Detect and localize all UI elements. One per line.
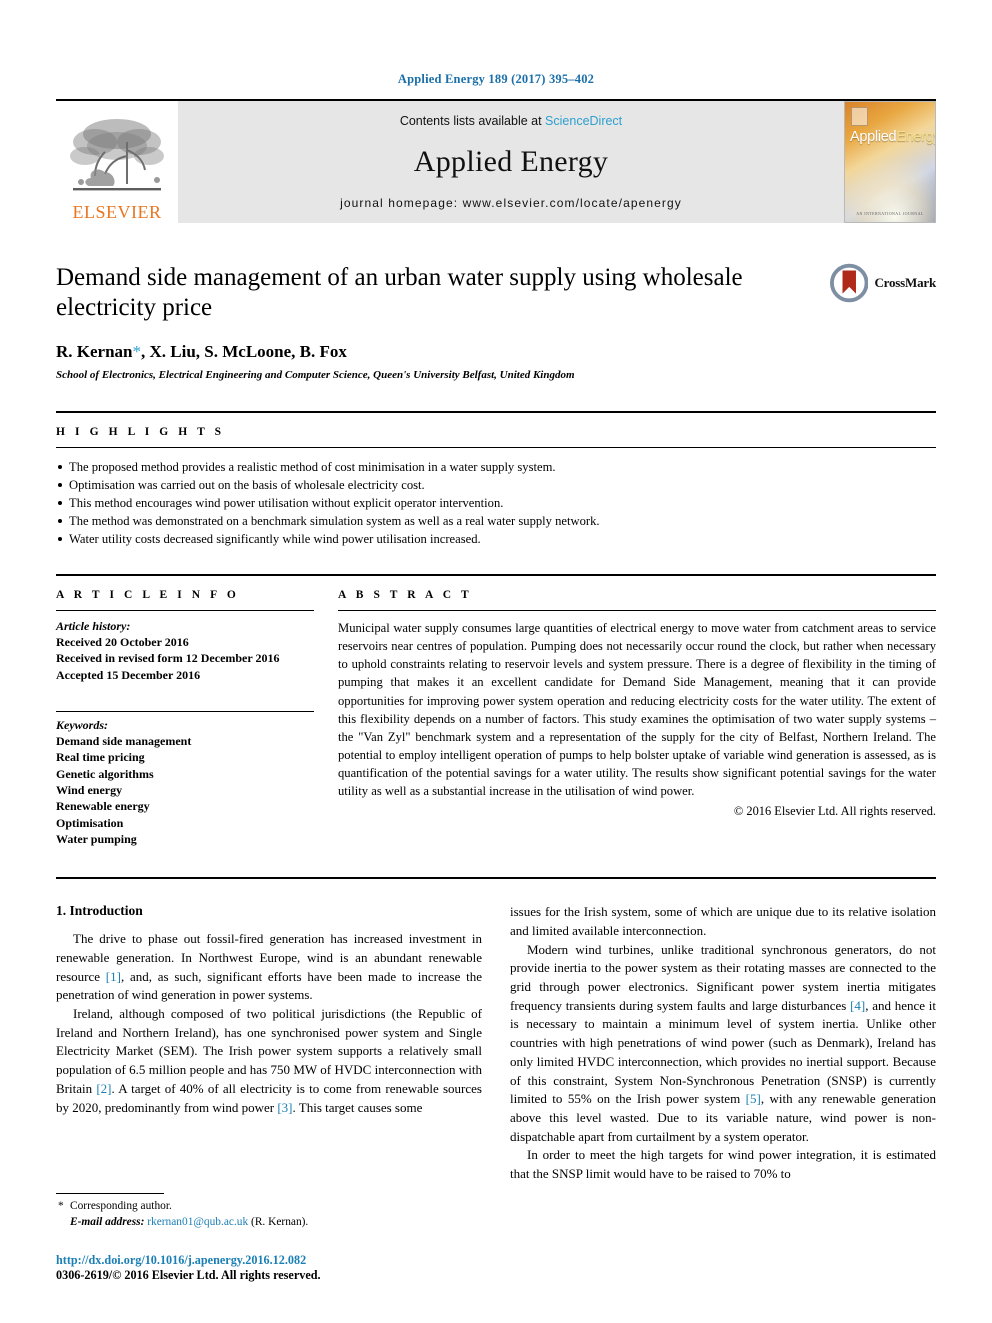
author-list: R. Kernan*, X. Liu, S. McLoone, B. Fox — [56, 342, 936, 362]
article-history-heading: Article history: — [56, 619, 131, 633]
abstract-label: A B S T R A C T — [338, 589, 473, 601]
article-info-column: A R T I C L E I N F O Article history: R… — [56, 589, 314, 847]
citation-ref-4[interactable]: [4] — [850, 998, 865, 1013]
contents-available-line: Contents lists available at ScienceDirec… — [400, 114, 622, 128]
list-item: This method encourages wind power utilis… — [56, 494, 936, 512]
author-first: R. Kernan — [56, 342, 133, 361]
doi-block: http://dx.doi.org/10.1016/j.apenergy.201… — [56, 1253, 476, 1283]
article-history-revised: Received in revised form 12 December 201… — [56, 651, 280, 666]
title-block: Demand side management of an urban water… — [56, 263, 936, 381]
citation-ref-2[interactable]: [2] — [96, 1081, 111, 1096]
keyword-item: Optimisation — [56, 815, 124, 830]
corresponding-author-marker[interactable]: * — [133, 342, 142, 361]
footnote-star-icon: * — [58, 1200, 64, 1213]
highlights-label: H I G H L I G H T S — [56, 426, 225, 438]
affiliation: School of Electronics, Electrical Engine… — [56, 369, 575, 381]
list-item: The method was demonstrated on a benchma… — [56, 512, 936, 530]
citation-ref-3[interactable]: [3] — [277, 1100, 292, 1115]
article-info-rule — [56, 610, 314, 611]
keyword-item: Water pumping — [56, 831, 137, 846]
doi-link[interactable]: http://dx.doi.org/10.1016/j.apenergy.201… — [56, 1253, 476, 1268]
intro-paragraph-5: In order to meet the high targets for wi… — [510, 1147, 936, 1182]
keywords-heading: Keywords: — [56, 717, 108, 732]
article-info-label: A R T I C L E I N F O — [56, 589, 240, 601]
elsevier-logo: ELSEVIER — [56, 101, 178, 223]
elsevier-tree-icon — [70, 119, 164, 191]
journal-title: Applied Energy — [413, 145, 609, 178]
keywords-rule — [56, 710, 314, 712]
elsevier-wordmark: ELSEVIER — [72, 202, 162, 222]
crossmark-label: CrossMark — [874, 275, 936, 290]
paper-page: Applied Energy 189 (2017) 395–402 ELSEVI… — [0, 0, 992, 1323]
footnote-rule — [56, 1193, 164, 1195]
article-history-received: Received 20 October 2016 — [56, 635, 189, 649]
abstract-column: A B S T R A C T Municipal water supply c… — [338, 589, 936, 847]
list-item: Water utility costs decreased significan… — [56, 530, 936, 548]
page-footer: * Corresponding author. E-mail address: r… — [56, 1193, 476, 1283]
intro-paragraph-4: Modern wind turbines, unlike traditional… — [510, 941, 936, 1147]
email-note: E-mail address: rkernan01@qub.ac.uk (R. … — [56, 1215, 476, 1231]
email-owner: (R. Kernan). — [251, 1216, 309, 1229]
email-link[interactable]: rkernan01@qub.ac.uk — [147, 1216, 248, 1228]
keyword-item: Renewable energy — [56, 799, 150, 814]
masthead-center: Contents lists available at ScienceDirec… — [178, 101, 844, 223]
issn-copyright: 0306-2619/© 2016 Elsevier Ltd. All right… — [56, 1268, 321, 1282]
section-heading-introduction: 1. Introduction — [56, 903, 143, 919]
cover-title-applied: Applied — [850, 129, 897, 145]
abstract-text: Municipal water supply consumes large qu… — [338, 621, 936, 799]
crossmark-badge[interactable]: CrossMark — [830, 259, 936, 307]
keyword-item: Real time pricing — [56, 750, 145, 765]
intro-paragraph-3: issues for the Irish system, some of whi… — [510, 904, 936, 938]
keyword-item: Demand side management — [56, 733, 192, 748]
body-column-left: 1. Introduction The drive to phase out f… — [56, 903, 482, 1184]
article-history-accepted: Accepted 15 December 2016 — [56, 667, 201, 682]
contents-prefix: Contents lists available at — [399, 114, 546, 128]
crossmark-icon — [830, 263, 869, 303]
list-item: The proposed method provides a realistic… — [56, 458, 936, 476]
citation-ref-5[interactable]: [5] — [746, 1091, 761, 1106]
email-label: E-mail address: — [70, 1216, 145, 1229]
corresponding-author-label: Corresponding author. — [70, 1200, 172, 1213]
highlights-list: The proposed method provides a realistic… — [56, 458, 936, 548]
highlights-rule — [56, 447, 936, 448]
author-rest: , X. Liu, S. McLoone, B. Fox — [141, 342, 347, 361]
abstract-rule — [338, 610, 936, 611]
cover-elsevier-mark-icon — [851, 107, 868, 126]
citation-ref-1[interactable]: [1] — [106, 969, 121, 984]
list-item: Optimisation was carried out on the basi… — [56, 476, 936, 494]
intro-paragraph-1: The drive to phase out fossil-fired gene… — [56, 930, 482, 1005]
journal-masthead: ELSEVIER Contents lists available at Sci… — [56, 99, 936, 223]
running-head: Applied Energy 189 (2017) 395–402 — [397, 72, 595, 86]
journal-cover-thumbnail: AppliedEnergy AN INTERNATIONAL JOURNAL — [844, 101, 936, 223]
intro-p2-post: . This target causes some — [292, 1099, 423, 1115]
journal-homepage[interactable]: journal homepage: www.elsevier.com/locat… — [340, 196, 682, 210]
intro-paragraph-2: Ireland, although composed of two politi… — [56, 1005, 482, 1117]
info-abstract-section: A R T I C L E I N F O Article history: R… — [56, 574, 936, 847]
sciencedirect-link[interactable]: ScienceDirect — [545, 114, 622, 128]
page-title: Demand side management of an urban water… — [56, 264, 743, 321]
abstract-copyright: © 2016 Elsevier Ltd. All rights reserved… — [733, 804, 936, 819]
body-column-right: issues for the Irish system, some of whi… — [510, 903, 936, 1184]
cover-title-energy: Energy — [896, 129, 935, 145]
corresponding-author-note: * Corresponding author. — [56, 1199, 476, 1215]
cover-title: AppliedEnergy — [850, 129, 935, 145]
body-columns: 1. Introduction The drive to phase out f… — [56, 877, 936, 1184]
cover-footer-text: AN INTERNATIONAL JOURNAL — [856, 211, 924, 216]
highlights-section: H I G H L I G H T S The proposed method … — [56, 411, 936, 548]
keyword-item: Wind energy — [56, 782, 123, 797]
keywords-block: Keywords: Demand side management Real ti… — [56, 710, 314, 847]
keyword-item: Genetic algorithms — [56, 766, 154, 781]
